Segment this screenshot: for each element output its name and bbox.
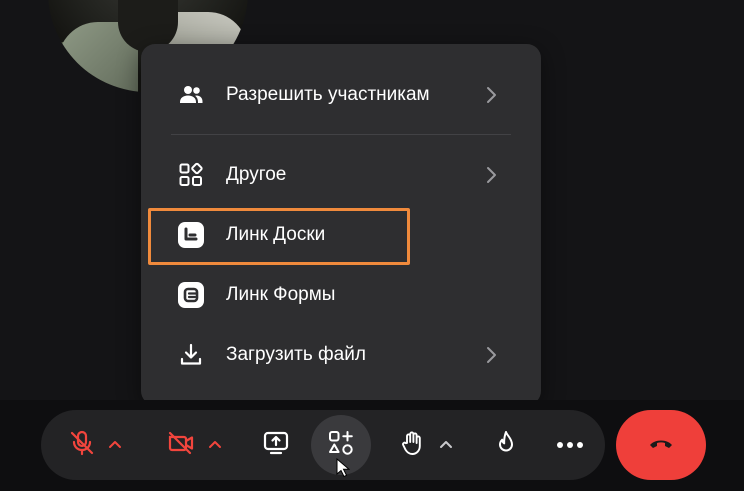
camera-options-button[interactable] [206,436,224,454]
screen-share-button[interactable] [256,415,296,475]
chevron-right-icon [481,165,501,185]
chevron-up-icon [439,436,453,454]
menu-item-label: Линк Формы [226,284,336,305]
microphone-button[interactable] [62,415,102,475]
more-actions-menu: Разрешить участникам Другое Линк Доски Л… [141,44,541,405]
link-form-icon [177,281,205,309]
menu-item-link-form[interactable]: Линк Формы [141,271,541,319]
camera-off-icon [166,429,196,462]
download-icon [177,341,205,369]
menu-item-link-board[interactable]: Линк Доски [141,211,541,259]
reactions-button[interactable] [490,415,522,475]
end-call-button[interactable] [616,410,706,480]
more-button[interactable] [552,415,588,475]
end-call-icon [647,436,675,455]
apps-icon [177,161,205,189]
chevron-right-icon [481,345,501,365]
raise-hand-button[interactable] [396,415,428,475]
menu-divider [171,134,511,135]
raise-hand-options-button[interactable] [437,436,455,454]
screen-share-icon [262,429,290,462]
menu-item-label: Разрешить участникам [226,84,430,105]
participants-icon [177,81,205,109]
chevron-up-icon [208,436,222,454]
microphone-muted-icon [68,429,96,462]
menu-item-label: Загрузить файл [226,344,366,365]
menu-item-other[interactable]: Другое [141,151,541,199]
reactions-icon [492,429,520,462]
link-board-icon [177,221,205,249]
chevron-right-icon [481,85,501,105]
microphone-options-button[interactable] [106,436,124,454]
menu-item-upload-file[interactable]: Загрузить файл [141,331,541,379]
chevron-up-icon [108,436,122,454]
menu-item-label: Линк Доски [226,224,326,245]
menu-item-allow-participants[interactable]: Разрешить участникам [141,71,541,119]
apps-add-icon [327,429,355,462]
menu-item-label: Другое [226,164,287,185]
raise-hand-icon [398,429,426,462]
camera-button[interactable] [160,415,202,475]
more-icon [556,436,584,454]
mouse-cursor [336,457,351,478]
